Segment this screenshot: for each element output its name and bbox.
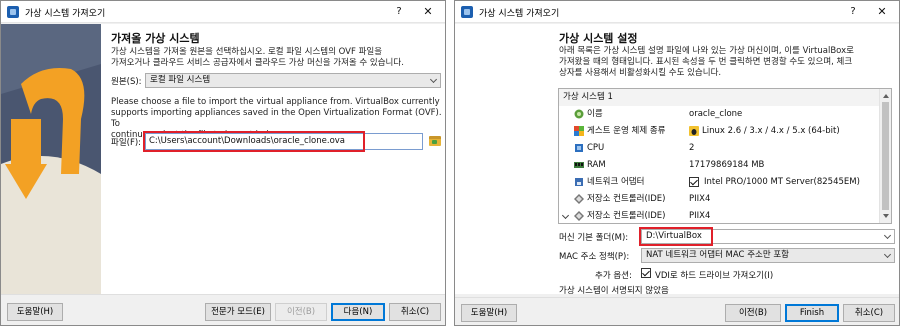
group-label: 가상 시스템 1 [563,92,613,102]
highlight-box [143,131,365,152]
window-title: 가상 시스템 가져오기 [25,9,106,19]
intro-line: 상자를 사용해서 비활성화시킬 수도 있습니다. [559,68,722,78]
back-button[interactable]: 이전(B) [725,304,781,322]
appliance-settings-list[interactable]: 가상 시스템 1 이름 oracle_clone 게스트 운영 체제 종류 Li… [558,88,892,224]
highlight-box [639,227,713,246]
network-enabled-checkbox[interactable] [689,177,699,187]
setting-value: PIIX4 [689,211,711,221]
cancel-button[interactable]: 취소(C) [389,303,441,321]
mac-policy-value: NAT 네트워크 어댑터 MAC 주소만 포함 [646,250,789,260]
list-item[interactable]: 저장소 컨트롤러(IDE) PIIX4 [559,208,879,223]
title-bar: 가상 시스템 가져오기 ? ✕ [1,1,445,23]
chevron-down-icon [429,75,438,84]
storage-controller-icon [574,194,584,204]
setting-value: 2 [689,143,695,153]
wizard-side-art [1,24,101,294]
list-item[interactable]: 네트워크 어댑터 Intel PRO/1000 MT Server(82545E… [559,174,879,191]
list-item[interactable]: 이름 oracle_clone [559,106,879,123]
ram-icon [574,162,584,168]
next-button[interactable]: 다음(N) [331,303,385,321]
description-line: supports importing appliances saved in t… [111,108,442,129]
description-line: Please choose a file to import the virtu… [111,97,440,107]
list-item[interactable]: 게스트 운영 체제 종류 Linux 2.6 / 3.x / 4.x / 5.x… [559,123,879,140]
help-button[interactable]: 도움말(H) [7,303,63,321]
cancel-button[interactable]: 취소(C) [843,304,895,322]
scroll-up-arrow-icon[interactable] [883,94,889,98]
intro-text: 아래 목록은 가상 시스템 설명 파일에 나와 있는 가상 머신이며, 이를 V… [559,46,895,79]
help-button[interactable]: 도움말(H) [461,304,517,322]
close-icon[interactable]: ✕ [417,4,439,20]
signature-status: 가상 시스템이 서명되지 않았음 [559,286,669,296]
title-bar: 가상 시스템 가져오기 ? ✕ [455,1,899,23]
intro-text: 가상 시스템을 가져올 원본을 선택하십시오. 로컬 파일 시스템의 OVF 파… [111,47,441,69]
intro-line: 아래 목록은 가상 시스템 설명 파일에 나와 있는 가상 머신이며, 이를 V… [559,46,854,56]
page-title: 가져올 가상 시스템 [111,32,200,45]
intro-line: 가상 시스템을 가져올 원본을 선택하십시오. 로컬 파일 시스템의 OVF 파… [111,47,383,57]
cpu-icon [575,144,583,152]
scroll-down-arrow-icon[interactable] [883,214,889,218]
setting-name: 게스트 운영 체제 종류 [587,126,666,136]
button-bar: 도움말(H) 이전(B) Finish 취소(C) [455,297,899,325]
intro-line: 가져오거나 클라우드 서비스 공급자에서 클라우드 가상 머신을 가져올 수 있… [111,58,404,68]
button-bar: 도움말(H) 전문가 모드(E) 이전(B) 다음(N) 취소(C) [1,294,445,325]
setting-value: Linux 2.6 / 3.x / 4.x / 5.x (64-bit) [702,126,840,136]
chevron-down-icon [883,231,892,240]
linux-icon [689,126,699,136]
mac-policy-select[interactable]: NAT 네트워크 어댑터 MAC 주소만 포함 [641,248,895,263]
setting-name: 저장소 컨트롤러(IDE) [587,194,666,204]
wizard-page-content: 가져올 가상 시스템 가상 시스템을 가져올 원본을 선택하십시오. 로컬 파일… [101,24,445,294]
setting-value: Intel PRO/1000 MT Server(82545EM) [704,177,860,187]
settings-page-margin [455,24,555,294]
source-label: 원본(S): [111,77,142,87]
scrollbar-thumb[interactable] [882,102,889,210]
setting-value: PIIX4 [689,194,711,204]
page-title: 가상 시스템 설정 [559,32,638,45]
open-folder-icon[interactable] [429,136,441,146]
setting-value: oracle_clone [689,109,743,119]
base-folder-label: 머신 기본 폴더(M): [559,233,629,243]
expand-chevron-icon[interactable] [561,211,570,220]
import-wizard-window-source: 가상 시스템 가져오기 ? ✕ 가져올 가상 시스템 가상 시스템을 가져올 원… [0,0,446,326]
setting-name: 저장소 컨트롤러(IDE) [587,211,666,221]
back-button[interactable]: 이전(B) [275,303,327,321]
storage-controller-icon [574,211,584,221]
mac-policy-label: MAC 주소 정책(P): [559,252,630,262]
intro-line: 가져왔을 때의 형태입니다. 표시된 속성을 두 번 클릭하면 변경할 수도 있… [559,57,853,67]
list-item[interactable]: CPU 2 [559,140,879,157]
setting-name: 이름 [587,109,603,119]
import-as-vdi-checkbox[interactable] [641,268,651,278]
close-icon[interactable]: ✕ [871,4,893,20]
virtualbox-app-icon [7,6,19,18]
source-select[interactable]: 로컬 파일 시스템 [145,73,441,88]
finish-button[interactable]: Finish [785,304,839,322]
setting-value: 17179869184 MB [689,160,765,170]
os-type-icon [574,126,584,136]
window-separator [446,0,454,326]
expert-mode-button[interactable]: 전문가 모드(E) [205,303,271,321]
list-item[interactable]: 저장소 컨트롤러(IDE) PIIX4 [559,191,879,208]
list-group-header[interactable]: 가상 시스템 1 [559,89,879,106]
list-item[interactable]: RAM 17179869184 MB [559,157,879,174]
setting-name: CPU [587,143,605,153]
setting-name: 네트워크 어댑터 [587,177,645,187]
import-as-vdi-label[interactable]: VDI로 하드 드라이브 가져오기(I) [655,269,773,281]
vertical-scrollbar[interactable] [879,89,891,223]
virtualbox-app-icon [461,6,473,18]
import-wizard-window-settings: 가상 시스템 가져오기 ? ✕ 가상 시스템 설정 아래 목록은 가상 시스템 … [454,0,900,326]
extra-options-label: 추가 옵션: [595,271,632,281]
file-label: 파일(F): [111,138,142,148]
window-title: 가상 시스템 가져오기 [479,9,560,19]
chevron-down-icon [883,250,892,259]
network-icon [575,178,583,186]
context-help-button[interactable]: ? [845,4,861,20]
source-select-value: 로컬 파일 시스템 [150,75,211,85]
setting-name: RAM [587,160,606,170]
context-help-button[interactable]: ? [391,4,407,20]
name-icon [574,109,584,119]
